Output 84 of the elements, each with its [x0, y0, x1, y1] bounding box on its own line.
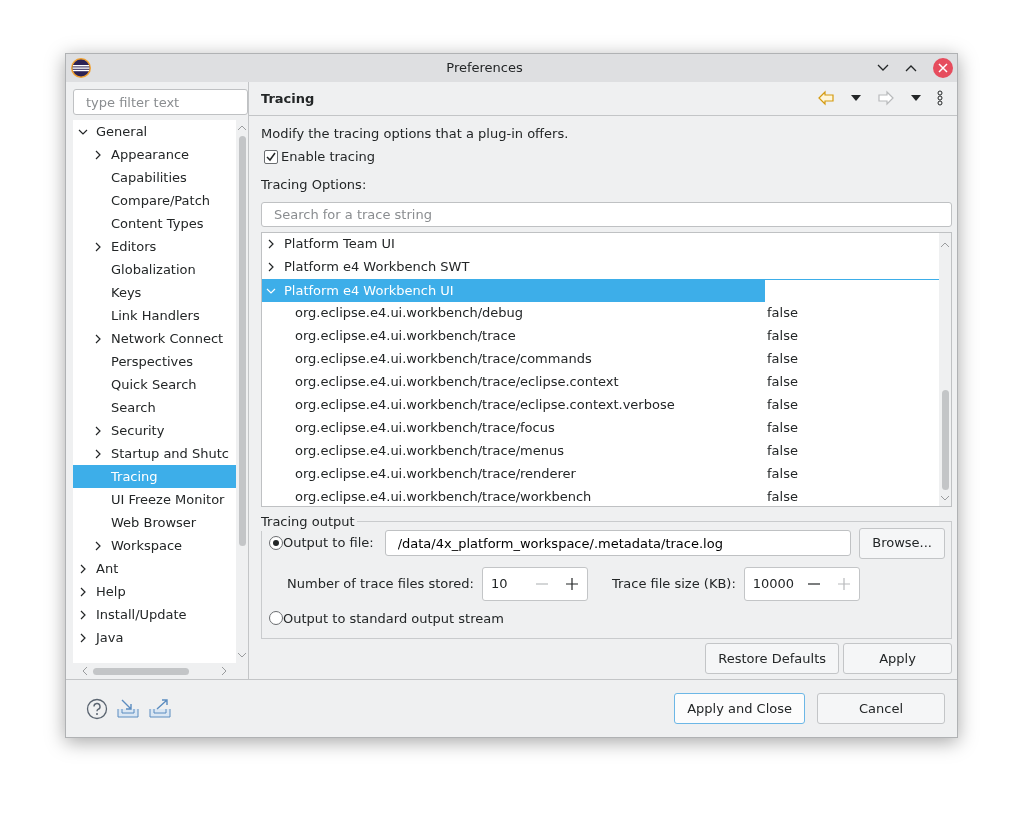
help-icon[interactable] — [86, 697, 108, 720]
apply-button[interactable]: Apply — [843, 643, 952, 674]
dropdown-icon[interactable] — [851, 95, 861, 102]
scrollbar[interactable] — [939, 232, 951, 506]
tree-item[interactable]: Ant — [96, 558, 119, 579]
apply-and-close-button[interactable]: Apply and Close — [674, 693, 805, 724]
tree-item[interactable]: Install/Update — [96, 604, 187, 625]
maximize-icon[interactable] — [905, 64, 917, 72]
spinner-value: 10 — [490, 574, 509, 593]
checkmark-icon[interactable] — [266, 151, 276, 162]
scroll-up-icon[interactable] — [940, 240, 950, 249]
import-icon[interactable] — [116, 698, 140, 719]
tree-item[interactable]: Content Types — [111, 213, 204, 234]
scroll-down-icon[interactable] — [237, 651, 247, 659]
table-cell-text: org.eclipse.e4.ui.workbench/trace/eclipse.context.verbose — [295, 396, 676, 415]
radio-button[interactable]: Output to standard output stream — [269, 608, 945, 628]
table-cell-text: false — [767, 350, 798, 369]
export-icon[interactable] — [148, 698, 172, 719]
close-icon[interactable] — [933, 58, 953, 78]
tree-item[interactable]: Startup and Shutc — [111, 443, 229, 464]
table-cell-text: false — [767, 488, 798, 506]
table-cell-text: false — [767, 304, 798, 323]
table-cell-text: org.eclipse.e4.ui.workbench/trace/commands — [295, 350, 593, 369]
scroll-thumb[interactable] — [238, 136, 246, 546]
search-field[interactable]: Search for a trace string — [261, 202, 952, 227]
tree-item[interactable]: Search — [111, 397, 156, 418]
enable-tracing-checkbox[interactable]: Enable tracing — [261, 147, 952, 167]
file-path-field[interactable]: /data/4x_platform_workspace/.metadata/trace.log — [384, 530, 852, 556]
scroll-thumb[interactable] — [941, 389, 949, 490]
table-cell-text: org.eclipse.e4.ui.workbench/trace/eclipse.context — [295, 373, 620, 392]
tree-item[interactable]: Quick Search — [111, 374, 197, 395]
tree-item[interactable]: Platform Team UI — [284, 234, 395, 254]
tree-item[interactable]: Link Handlers — [111, 305, 200, 326]
page-title: Tracing — [261, 89, 316, 108]
table-cell-text: org.eclipse.e4.ui.workbench/trace/workbench — [295, 488, 593, 506]
tree-item[interactable]: Platform e4 Workbench SWT — [284, 257, 470, 277]
tree-item[interactable]: Editors — [111, 236, 157, 257]
radio-button[interactable]: Output to file: — [269, 533, 374, 553]
description-text: Modify the tracing options that a plug-in offers. — [261, 124, 570, 143]
table-cell-text: false — [767, 465, 798, 484]
scroll-right-icon[interactable] — [220, 666, 228, 676]
table-cell-text: false — [767, 396, 798, 415]
plus-icon[interactable] — [564, 576, 579, 591]
table-cell-text: false — [767, 373, 798, 392]
scroll-down-icon[interactable] — [940, 493, 950, 502]
dropdown-icon[interactable] — [911, 95, 921, 102]
table-cell-text: org.eclipse.e4.ui.workbench/trace/focus — [295, 419, 556, 438]
table-cell-text: false — [767, 327, 798, 346]
tree-item[interactable]: Globalization — [111, 259, 196, 280]
section-label: Tracing Options: — [261, 175, 368, 194]
tree-item[interactable]: Appearance — [111, 144, 190, 165]
tree-item[interactable]: Web Browser — [111, 512, 197, 533]
cancel-button[interactable]: Cancel — [817, 693, 945, 724]
scroll-up-icon[interactable] — [237, 124, 247, 132]
table-cell-text: false — [767, 442, 798, 461]
tree-item[interactable]: Compare/Patch — [111, 190, 211, 211]
filter-field[interactable]: type filter text — [73, 89, 248, 115]
table-cell-text: org.eclipse.e4.ui.workbench/trace/menus — [295, 442, 565, 461]
tree-item[interactable]: Security — [111, 420, 165, 441]
spinner-value: 10000 — [752, 574, 795, 593]
table-cell-text: false — [767, 419, 798, 438]
tree-item[interactable]: Keys — [111, 282, 142, 303]
tree-item[interactable]: Perspectives — [111, 351, 194, 372]
table-cell-text: org.eclipse.e4.ui.workbench/trace — [295, 327, 517, 346]
field-label: Trace file size (KB): — [611, 574, 736, 593]
more-options-icon[interactable] — [937, 90, 943, 107]
restore-defaults-button[interactable]: Restore Defaults — [705, 643, 839, 674]
tree-item[interactable]: General — [96, 121, 148, 142]
tree-item[interactable]: Network Connect — [111, 328, 224, 349]
window-title: Preferences — [445, 59, 524, 78]
minimize-icon[interactable] — [877, 64, 889, 72]
app-logo-icon — [70, 57, 92, 79]
tree-item[interactable]: Help — [96, 581, 126, 602]
table-cell-text: org.eclipse.e4.ui.workbench/trace/renderer — [295, 465, 577, 484]
field-label: Number of trace files stored: — [287, 574, 474, 593]
tree-item[interactable]: Workspace — [111, 535, 183, 556]
tree-item[interactable]: Capabilities — [111, 167, 187, 188]
scroll-left-icon[interactable] — [81, 666, 89, 676]
browse-button[interactable]: Browse... — [859, 527, 945, 559]
back-arrow-icon[interactable] — [817, 90, 835, 107]
table-cell-text: org.eclipse.e4.ui.workbench/debug — [295, 304, 525, 323]
tree-item[interactable]: Java — [96, 627, 124, 648]
scroll-thumb[interactable] — [93, 667, 189, 675]
tree-item[interactable]: UI Freeze Monitor — [111, 489, 225, 510]
